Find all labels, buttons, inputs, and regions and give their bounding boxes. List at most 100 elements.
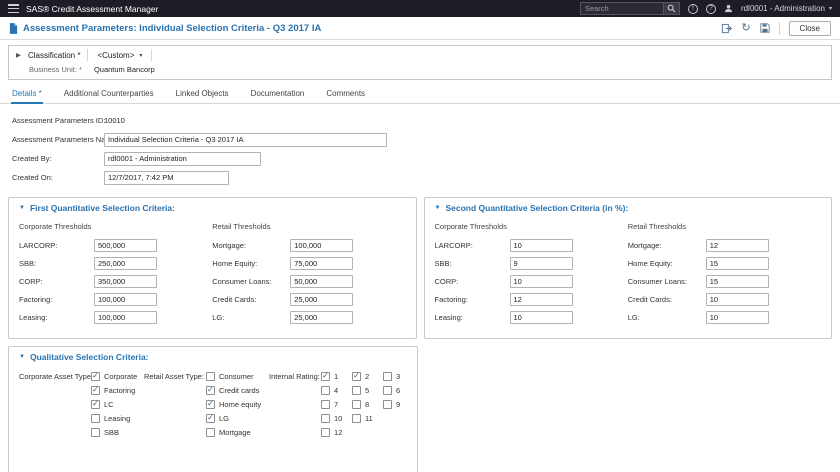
checkbox-corporate[interactable] bbox=[91, 372, 100, 381]
checkbox-label: Consumer bbox=[219, 372, 254, 381]
retail-thresholds-header: Retail Thresholds bbox=[627, 222, 686, 231]
collapse-icon[interactable]: ▼ bbox=[19, 205, 25, 211]
tab-comments[interactable]: Comments bbox=[325, 85, 366, 103]
second-lg-input[interactable] bbox=[705, 311, 769, 324]
checkbox-rating-8[interactable] bbox=[352, 400, 361, 409]
second-mortgage-input[interactable] bbox=[705, 239, 769, 252]
qualitative-panel: ▼ Qualitative Selection Criteria: Corpor… bbox=[8, 346, 418, 472]
page-header: Assessment Parameters: Individual Select… bbox=[0, 17, 840, 40]
export-icon[interactable] bbox=[721, 23, 733, 34]
field-label: LARCORP: bbox=[19, 241, 58, 250]
second-home-equity-input[interactable] bbox=[705, 257, 769, 270]
checkbox-label: 8 bbox=[365, 400, 370, 409]
first-consumer-loans-input[interactable] bbox=[290, 275, 354, 288]
checkbox-rating-4[interactable] bbox=[321, 386, 330, 395]
form-row: Created By: bbox=[12, 151, 828, 166]
field-label: Mortgage: bbox=[627, 241, 662, 250]
checkbox-label: 1 bbox=[334, 372, 339, 381]
save-icon[interactable] bbox=[759, 23, 770, 33]
tab-linked-objects[interactable]: Linked Objects bbox=[175, 85, 230, 103]
checkbox-label: Factoring bbox=[104, 386, 136, 395]
classification-value: <Custom> bbox=[97, 50, 135, 60]
second-leasing-input[interactable] bbox=[509, 311, 573, 324]
checkbox-factoring[interactable] bbox=[91, 386, 100, 395]
checkbox-leasing[interactable] bbox=[91, 414, 100, 423]
checkbox-home-equity[interactable] bbox=[206, 400, 215, 409]
expand-icon[interactable]: ▶ bbox=[16, 51, 21, 59]
field-label: Factoring: bbox=[19, 295, 53, 304]
chevron-down-icon: ▾ bbox=[828, 6, 832, 12]
help-icon[interactable]: ? bbox=[705, 3, 716, 14]
created-by-label: Created By: bbox=[12, 154, 52, 163]
checkbox-rating-5[interactable] bbox=[352, 386, 361, 395]
checkbox-rating-6[interactable] bbox=[383, 386, 392, 395]
tab-additional-counterparties[interactable]: Additional Counterparties bbox=[63, 85, 155, 103]
retail-thresholds-header: Retail Thresholds bbox=[212, 222, 271, 231]
divider bbox=[87, 49, 89, 61]
classification-dropdown[interactable]: <Custom> ▾ bbox=[95, 51, 144, 60]
second-credit-cards-input[interactable] bbox=[705, 293, 769, 306]
user-menu[interactable]: rdl0001 - Administration ▾ bbox=[741, 4, 832, 13]
first-mortgage-input[interactable] bbox=[290, 239, 354, 252]
checkbox-lc[interactable] bbox=[91, 400, 100, 409]
first-factoring-input[interactable] bbox=[94, 293, 157, 306]
tab-bar: Details * Additional Counterparties Link… bbox=[0, 85, 840, 104]
search-input[interactable] bbox=[579, 2, 664, 15]
assessment-name-input[interactable] bbox=[104, 132, 387, 147]
checkbox-label: LC bbox=[104, 400, 114, 409]
field-label: CORP: bbox=[19, 277, 43, 286]
field-label: LARCORP: bbox=[434, 241, 473, 250]
second-factoring-input[interactable] bbox=[509, 293, 573, 306]
field-label: Leasing: bbox=[434, 313, 463, 322]
checkbox-rating-10[interactable] bbox=[321, 414, 330, 423]
menu-icon[interactable] bbox=[8, 4, 19, 13]
collapse-icon[interactable]: ▼ bbox=[435, 205, 441, 211]
second-sbb-input[interactable] bbox=[509, 257, 573, 270]
user-icon[interactable] bbox=[724, 4, 733, 13]
first-leasing-input[interactable] bbox=[94, 311, 157, 324]
checkbox-rating-9[interactable] bbox=[383, 400, 392, 409]
document-icon bbox=[9, 22, 18, 34]
tab-documentation[interactable]: Documentation bbox=[250, 85, 306, 103]
first-home-equity-input[interactable] bbox=[290, 257, 354, 270]
checkbox-label: 11 bbox=[365, 414, 373, 423]
checkbox-rating-12[interactable] bbox=[321, 428, 330, 437]
checkbox-credit-cards[interactable] bbox=[206, 386, 215, 395]
checkbox-rating-1[interactable] bbox=[321, 372, 330, 381]
search-button[interactable] bbox=[663, 2, 680, 15]
checkbox-label: 7 bbox=[334, 400, 339, 409]
checkbox-sbb[interactable] bbox=[91, 428, 100, 437]
search-box bbox=[579, 2, 680, 15]
form-row: Created On: bbox=[12, 170, 828, 185]
classification-box: ▶ Classification * <Custom> ▾ Business U… bbox=[8, 45, 832, 80]
checkbox-rating-2[interactable] bbox=[352, 372, 361, 381]
collapse-icon[interactable]: ▼ bbox=[19, 354, 25, 360]
assessment-id-label: Assessment Parameters ID: bbox=[12, 116, 106, 125]
business-unit-value: Quantum Bancorp bbox=[93, 65, 155, 74]
second-corp-input[interactable] bbox=[509, 275, 573, 288]
refresh-icon[interactable]: ↻ bbox=[741, 23, 750, 34]
checkbox-rating-3[interactable] bbox=[383, 372, 392, 381]
close-button[interactable]: Close bbox=[788, 20, 831, 36]
checkbox-mortgage[interactable] bbox=[206, 428, 215, 437]
first-sbb-input[interactable] bbox=[94, 257, 157, 270]
panel-title: Qualitative Selection Criteria: bbox=[29, 352, 149, 362]
checkbox-label: 5 bbox=[365, 386, 370, 395]
tab-details[interactable]: Details * bbox=[11, 85, 43, 104]
checkbox-consumer[interactable] bbox=[206, 372, 215, 381]
first-larcorp-input[interactable] bbox=[94, 239, 157, 252]
first-credit-cards-input[interactable] bbox=[290, 293, 354, 306]
first-corp-input[interactable] bbox=[94, 275, 157, 288]
checkbox-rating-11[interactable] bbox=[352, 414, 361, 423]
second-larcorp-input[interactable] bbox=[509, 239, 573, 252]
app-title: SAS® Credit Assessment Manager bbox=[26, 3, 159, 14]
second-consumer-loans-input[interactable] bbox=[705, 275, 769, 288]
checkbox-rating-7[interactable] bbox=[321, 400, 330, 409]
divider bbox=[151, 49, 153, 61]
notifications-icon[interactable]: ! bbox=[687, 3, 698, 14]
field-label: Consumer Loans: bbox=[212, 277, 272, 286]
field-label: Home Equity: bbox=[212, 259, 258, 268]
checkbox-lg[interactable] bbox=[206, 414, 215, 423]
form-row: Assessment Parameters Name: * bbox=[12, 132, 828, 147]
first-lg-input[interactable] bbox=[290, 311, 354, 324]
